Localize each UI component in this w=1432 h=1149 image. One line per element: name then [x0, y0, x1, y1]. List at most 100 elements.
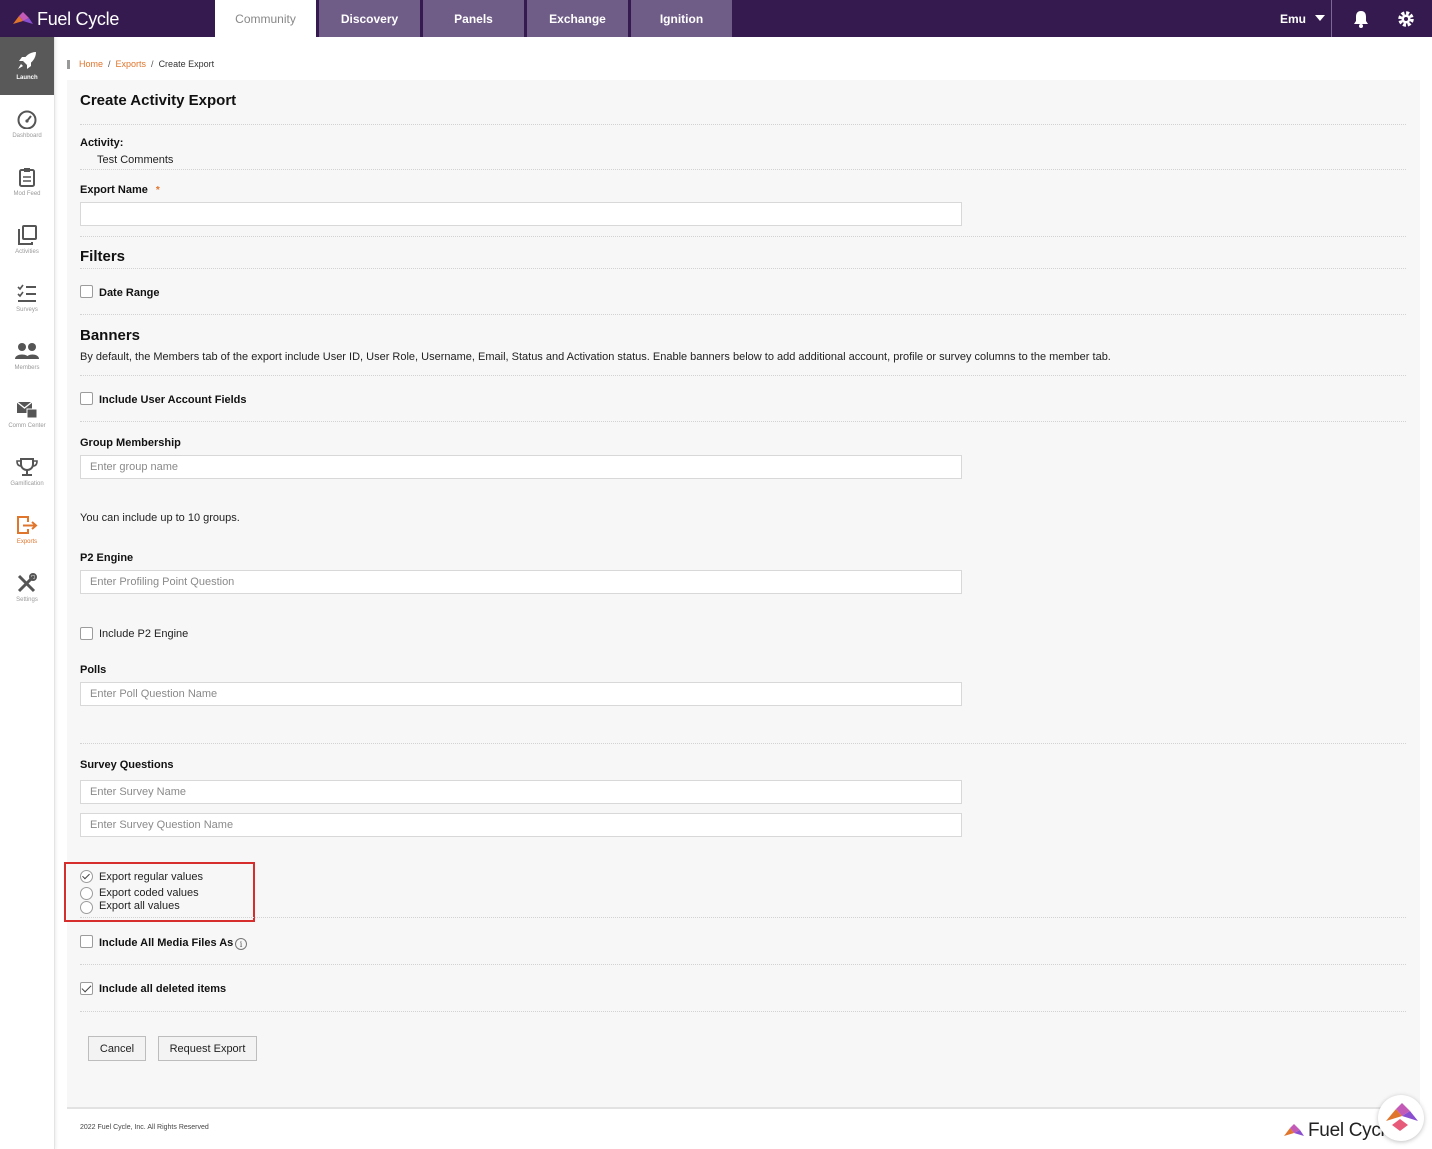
- required-marker: *: [155, 185, 160, 196]
- copy-icon: [18, 225, 37, 245]
- include-deleted-checkbox[interactable]: [80, 982, 93, 995]
- breadcrumb-separator: /: [151, 59, 154, 69]
- export-regular-radio[interactable]: [80, 870, 93, 883]
- breadcrumb-marker: [67, 59, 70, 69]
- fuel-cycle-badge-icon: [1386, 1103, 1418, 1131]
- rocket-icon: [18, 52, 36, 69]
- sidebar-item-label: Exports: [16, 539, 38, 545]
- group-membership-label: Group Membership: [80, 437, 181, 449]
- bell-icon[interactable]: [1351, 9, 1371, 29]
- sidebar-item-label: Mod Feed: [13, 191, 41, 197]
- divider: [80, 124, 1406, 125]
- divider: [80, 236, 1406, 237]
- top-bar: Fuel Cycle Community Discovery Panels Ex…: [0, 0, 1432, 37]
- polls-label: Polls: [80, 664, 107, 676]
- p2-engine-label: P2 Engine: [80, 552, 134, 564]
- group-hint: You can include up to 10 groups.: [80, 512, 240, 524]
- sidebar-item-activities[interactable]: Activities: [0, 211, 54, 269]
- chevron-down-icon: [1315, 15, 1325, 21]
- export-regular-label: Export regular values: [99, 871, 203, 883]
- copyright-text: 2022 Fuel Cycle, Inc. All Rights Reserve…: [80, 1124, 209, 1131]
- survey-name-input[interactable]: Enter Survey Name: [80, 780, 962, 804]
- sidebar-item-dashboard[interactable]: Dashboard: [0, 95, 54, 153]
- sidebar: Launch Dashboard Mod Feed Activities Sur…: [0, 37, 55, 1149]
- trophy-icon: [16, 458, 38, 476]
- export-coded-label: Export coded values: [99, 887, 199, 899]
- divider: [80, 964, 1406, 965]
- include-media-checkbox[interactable]: [80, 935, 93, 948]
- export-all-radio[interactable]: [80, 901, 93, 914]
- breadcrumb: Home / Exports / Create Export: [67, 58, 214, 70]
- fuel-cycle-logo-icon: [13, 12, 33, 24]
- sidebar-item-label: Surveys: [16, 307, 38, 313]
- divider: [80, 743, 1406, 744]
- sidebar-item-label: Launch: [16, 75, 38, 81]
- survey-questions-label: Survey Questions: [80, 759, 174, 771]
- divider: [80, 169, 1406, 170]
- include-user-account-label: Include User Account Fields: [99, 394, 247, 406]
- tab-community[interactable]: Community: [215, 0, 316, 37]
- user-menu[interactable]: Emu: [1272, 0, 1332, 37]
- page-title: Create Activity Export: [80, 92, 237, 109]
- sidebar-item-gamification[interactable]: Gamification: [0, 443, 54, 501]
- sidebar-item-label: Members: [14, 365, 40, 371]
- clipboard-icon: [19, 168, 35, 187]
- sidebar-item-surveys[interactable]: Surveys: [0, 269, 54, 327]
- request-export-button[interactable]: Request Export: [158, 1036, 257, 1061]
- divider: [80, 917, 1406, 918]
- include-p2-checkbox[interactable]: [80, 627, 93, 640]
- divider: [80, 421, 1406, 422]
- sidebar-item-exports[interactable]: Exports: [0, 501, 54, 559]
- cancel-button[interactable]: Cancel: [88, 1036, 146, 1061]
- sidebar-item-label: Activities: [15, 249, 39, 255]
- checklist-icon: [17, 284, 36, 302]
- breadcrumb-exports[interactable]: Exports: [116, 59, 147, 69]
- breadcrumb-separator: /: [108, 59, 111, 69]
- tab-exchange[interactable]: Exchange: [527, 0, 628, 37]
- tab-discovery[interactable]: Discovery: [319, 0, 420, 37]
- divider: [80, 314, 1406, 315]
- date-range-label: Date Range: [99, 287, 160, 299]
- product-tabs: Community Discovery Panels Exchange Igni…: [215, 0, 735, 37]
- sidebar-item-members[interactable]: Members: [0, 327, 54, 385]
- tools-icon: [17, 573, 37, 593]
- tab-ignition[interactable]: Ignition: [631, 0, 732, 37]
- include-user-account-checkbox[interactable]: [80, 392, 93, 405]
- activity-label: Activity:: [80, 137, 124, 149]
- p2-question-input[interactable]: Enter Profiling Point Question: [80, 570, 962, 594]
- gear-icon[interactable]: [1396, 9, 1416, 29]
- banners-description: By default, the Members tab of the expor…: [80, 351, 1111, 363]
- mail-icon: [16, 401, 38, 419]
- fuel-cycle-logo-icon: [1284, 1124, 1304, 1136]
- sidebar-item-mod-feed[interactable]: Mod Feed: [0, 153, 54, 211]
- brand-logo[interactable]: Fuel Cycle: [13, 8, 119, 30]
- gauge-icon: [17, 110, 37, 129]
- include-p2-label: Include P2 Engine: [99, 628, 189, 640]
- breadcrumb-home[interactable]: Home: [79, 59, 103, 69]
- help-launcher-button[interactable]: [1378, 1095, 1424, 1141]
- export-name-input[interactable]: [80, 202, 962, 226]
- filters-heading: Filters: [80, 248, 126, 265]
- export-icon: [17, 516, 38, 534]
- divider: [80, 1011, 1406, 1012]
- survey-question-input[interactable]: Enter Survey Question Name: [80, 813, 962, 837]
- tab-panels[interactable]: Panels: [423, 0, 524, 37]
- sidebar-item-launch[interactable]: Launch: [0, 37, 54, 95]
- sidebar-item-settings[interactable]: Settings: [0, 559, 54, 617]
- export-all-label: Export all values: [99, 900, 180, 912]
- divider: [80, 375, 1406, 376]
- breadcrumb-current: Create Export: [158, 59, 215, 69]
- info-icon[interactable]: i: [235, 938, 247, 950]
- include-media-label: Include All Media Files As: [99, 937, 234, 949]
- group-name-input[interactable]: Enter group name: [80, 455, 962, 479]
- sidebar-item-label: Settings: [16, 597, 38, 603]
- export-coded-radio[interactable]: [80, 887, 93, 900]
- sidebar-item-comm-center[interactable]: Comm Center: [0, 385, 54, 443]
- date-range-checkbox[interactable]: [80, 285, 93, 298]
- sidebar-item-label: Gamification: [10, 481, 44, 487]
- sidebar-item-label: Dashboard: [12, 133, 42, 139]
- export-name-label-text: Export Name: [80, 184, 148, 196]
- divider: [80, 268, 1406, 269]
- poll-question-input[interactable]: Enter Poll Question Name: [80, 682, 962, 706]
- activity-value: Test Comments: [97, 154, 174, 166]
